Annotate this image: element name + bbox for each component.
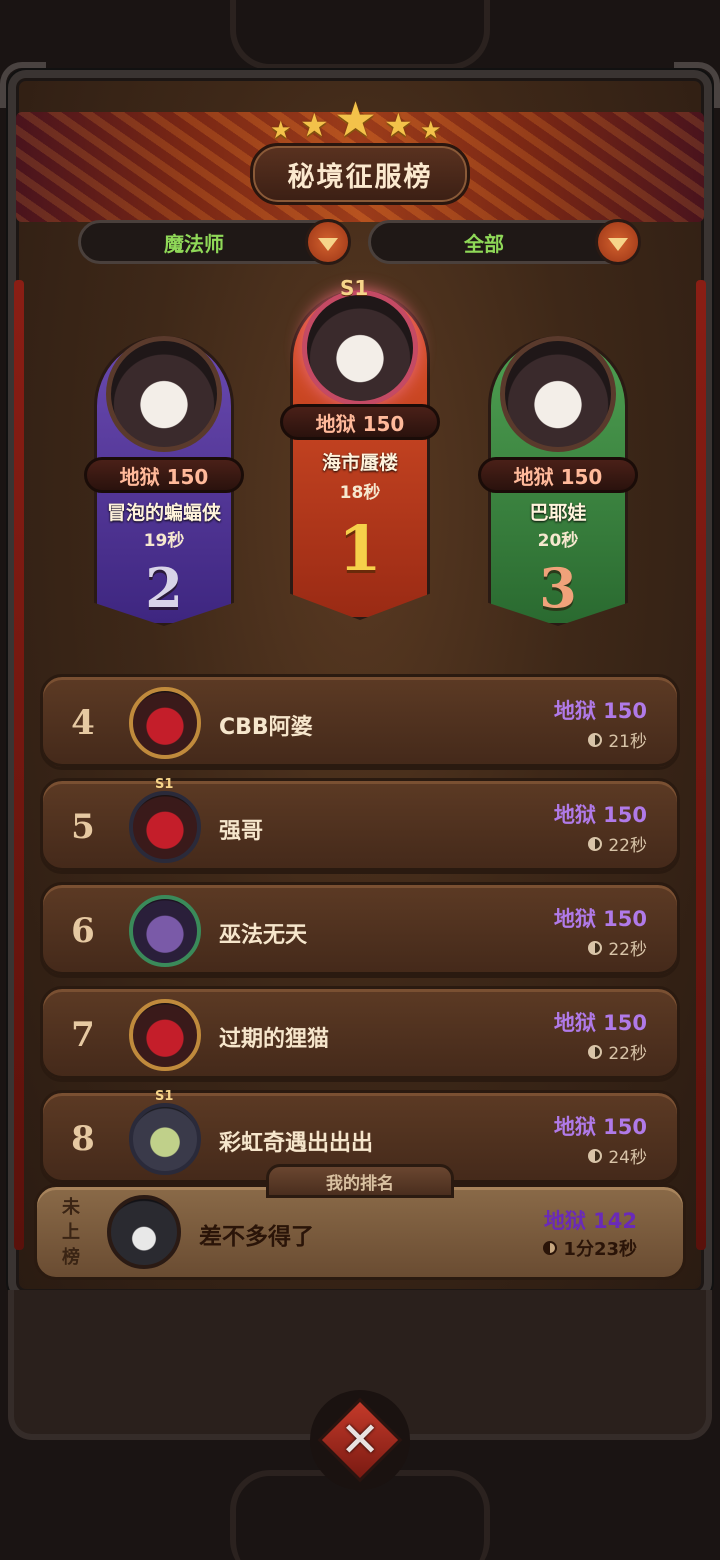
page-title: 秘境征服榜 [250, 143, 470, 205]
rank-number: 8 [71, 1119, 95, 1159]
frame-side-bar-right [696, 280, 706, 1250]
clock-icon [588, 836, 603, 851]
avatar[interactable] [302, 290, 418, 406]
close-icon: ✕ [339, 1412, 381, 1468]
clock-icon [588, 1148, 603, 1163]
frame-corner-right [674, 62, 720, 108]
clear-time: 19秒 [143, 531, 185, 551]
difficulty-label: 地狱 150 [553, 1115, 647, 1139]
rank-number: 1 [338, 512, 382, 585]
clock-icon [588, 732, 603, 747]
star-icon: ★ [420, 116, 442, 144]
difficulty-label: 地狱 150 [553, 1011, 647, 1035]
chevron-down-icon[interactable] [595, 219, 641, 265]
player-name: CBB阿婆 [219, 715, 313, 740]
clock-icon [543, 1241, 558, 1255]
class-filter-dropdown[interactable]: 魔法师 [78, 219, 351, 265]
player-name: 海市蜃楼 [321, 452, 398, 474]
season-badge: S1 [155, 777, 174, 792]
clear-time: 24秒 [588, 1143, 647, 1168]
clear-time-value: 24秒 [608, 1148, 647, 1168]
season-badge: S1 [155, 1089, 174, 1104]
star-icon: ★ [270, 116, 292, 144]
season-badge: S1 [340, 276, 369, 300]
clear-time-value: 22秒 [608, 836, 647, 856]
avatar[interactable] [129, 687, 201, 759]
clear-time-value: 22秒 [608, 940, 647, 960]
close-button[interactable]: ✕ [310, 1390, 410, 1490]
frame-corner-left [0, 62, 46, 108]
unranked-char: 未 [62, 1197, 80, 1218]
clear-time: 21秒 [588, 727, 647, 752]
clear-time-value: 1分23秒 [563, 1239, 637, 1260]
difficulty-pill: 地狱 150 [280, 404, 440, 440]
difficulty-pill: 地狱 150 [84, 457, 244, 493]
star-icon: ★ [300, 106, 329, 144]
player-name: 差不多得了 [199, 1224, 314, 1250]
my-rank-row[interactable]: 未 上 榜 差不多得了 地狱 142 1分23秒 [34, 1184, 686, 1280]
player-name: 巫法无天 [219, 923, 308, 948]
difficulty-label: 地狱 150 [553, 699, 647, 723]
avatar[interactable] [106, 336, 222, 452]
avatar[interactable] [129, 791, 201, 863]
difficulty-label: 地狱 150 [553, 907, 647, 931]
rank-number: 3 [539, 556, 577, 620]
unranked-char: 上 [62, 1222, 80, 1243]
clear-time: 22秒 [588, 935, 647, 960]
star-icon: ★ [334, 92, 378, 148]
star-icon: ★ [384, 106, 413, 144]
top-ornament [230, 0, 490, 70]
avatar[interactable] [107, 1195, 181, 1269]
rank-number: 5 [71, 807, 95, 847]
scope-filter-dropdown[interactable]: 全部 [368, 219, 641, 265]
rank-number: 7 [71, 1015, 95, 1055]
avatar[interactable] [129, 895, 201, 967]
unranked-label: 未 上 榜 [59, 1195, 83, 1270]
close-button-plate: ✕ [317, 1397, 403, 1483]
clear-time: 22秒 [588, 831, 647, 856]
unranked-char: 榜 [62, 1247, 80, 1268]
avatar[interactable] [129, 999, 201, 1071]
my-rank-tab: 我的排名 [266, 1164, 454, 1198]
clock-icon [588, 940, 603, 955]
clear-time: 1分23秒 [543, 1235, 637, 1261]
rating-stars: ★ ★ ★ ★ ★ [270, 92, 450, 148]
clear-time: 18秒 [339, 483, 381, 503]
avatar[interactable] [129, 1103, 201, 1175]
difficulty-pill: 地狱 150 [478, 457, 638, 493]
frame-side-bar-left [14, 280, 24, 1250]
player-name: 过期的狸猫 [219, 1027, 330, 1052]
clear-time: 22秒 [588, 1039, 647, 1064]
clear-time-value: 21秒 [608, 732, 647, 752]
player-name: 强哥 [219, 819, 264, 844]
chevron-down-icon[interactable] [305, 219, 351, 265]
player-name: 彩虹奇遇出出出 [219, 1131, 374, 1156]
rank-number: 4 [71, 703, 95, 743]
leaderboard-row[interactable]: 4 CBB阿婆 地狱 150 21秒 [40, 674, 680, 770]
leaderboard-row[interactable]: 6 巫法无天 地狱 150 22秒 [40, 882, 680, 978]
player-name: 冒泡的蝙蝠侠 [106, 502, 221, 524]
rank-number: 6 [71, 911, 95, 951]
leaderboard-row[interactable]: 5 S1 强哥 地狱 150 22秒 [40, 777, 680, 874]
leaderboard-row[interactable]: 7 过期的狸猫 地狱 150 22秒 [40, 986, 680, 1082]
clock-icon [588, 1044, 603, 1059]
difficulty-label: 地狱 150 [553, 803, 647, 827]
clear-time: 20秒 [537, 531, 579, 551]
rank-number: 2 [145, 556, 183, 620]
clear-time-value: 22秒 [608, 1044, 647, 1064]
player-name: 巴耶娃 [529, 502, 587, 524]
difficulty-label: 地狱 142 [543, 1209, 637, 1233]
avatar[interactable] [500, 336, 616, 452]
